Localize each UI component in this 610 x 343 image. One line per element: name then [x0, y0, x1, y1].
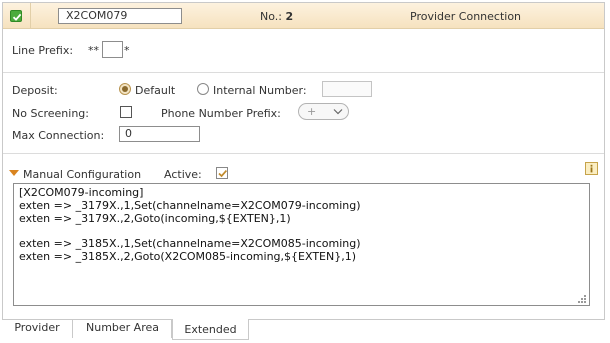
max-connection-input[interactable]: 0: [119, 126, 200, 142]
phone-prefix-select[interactable]: +: [298, 103, 349, 120]
active-checkbox[interactable]: [216, 167, 228, 179]
deposit-internal-radio[interactable]: [197, 83, 209, 95]
active-label: Active:: [164, 168, 202, 181]
number-value: 2: [285, 10, 294, 23]
tab-bar: Provider Number Area Extended: [0, 319, 610, 343]
deposit-default-radio[interactable]: [119, 83, 131, 95]
deposit-internal-label: Internal Number:: [213, 84, 307, 97]
check-icon: [218, 170, 228, 178]
manual-config-label[interactable]: Manual Configuration: [23, 168, 141, 181]
no-screening-checkbox[interactable]: [120, 106, 132, 118]
trunk-name-field[interactable]: X2COM079: [58, 8, 182, 24]
connection-type: Provider Connection: [410, 10, 522, 23]
triangle-down-icon[interactable]: [9, 170, 19, 176]
deposit-label: Deposit:: [12, 84, 58, 97]
max-connection-label: Max Connection:: [12, 129, 105, 142]
resize-grip-icon[interactable]: [575, 295, 587, 304]
trunk-header: X2COM079 No.: 2 Provider Connection: [3, 3, 604, 29]
config-line: [X2COM079-incoming]: [19, 186, 144, 199]
section-divider: [3, 153, 604, 154]
chevron-down-icon: [333, 109, 343, 115]
deposit-default-label: Default: [135, 84, 176, 97]
trunk-panel: X2COM079 No.: 2 Provider Connection Line…: [2, 2, 605, 320]
internal-number-input[interactable]: [322, 81, 372, 97]
line-prefix-before: **: [88, 44, 99, 57]
tab-number-area[interactable]: Number Area: [74, 320, 172, 338]
config-line: exten => _3179X.,1,Set(channelname=X2COM…: [19, 198, 361, 212]
phone-prefix-label: Phone Number Prefix:: [161, 107, 281, 120]
line-prefix-label: Line Prefix:: [12, 44, 74, 57]
number-label: No.:: [260, 10, 282, 23]
line-prefix-after: *: [124, 44, 130, 57]
header-divider: [30, 3, 31, 29]
config-line: exten => _3179X.,2,Goto(incoming,${EXTEN…: [19, 211, 291, 225]
trunk-number: No.: 2: [260, 10, 293, 23]
tab-provider[interactable]: Provider: [2, 320, 73, 338]
phone-prefix-value: +: [307, 105, 317, 118]
enabled-check-icon[interactable]: [10, 10, 22, 22]
config-line: exten => _3185X.,2,Goto(X2COM085-incomin…: [19, 249, 356, 263]
manual-config-textarea[interactable]: [X2COM079-incoming] exten => _3179X.,1,Se…: [13, 183, 590, 306]
section-divider: [3, 72, 604, 73]
tab-extended[interactable]: Extended: [172, 319, 249, 340]
line-prefix-input[interactable]: [102, 41, 123, 58]
info-icon[interactable]: [585, 162, 598, 175]
no-screening-label: No Screening:: [12, 107, 89, 120]
